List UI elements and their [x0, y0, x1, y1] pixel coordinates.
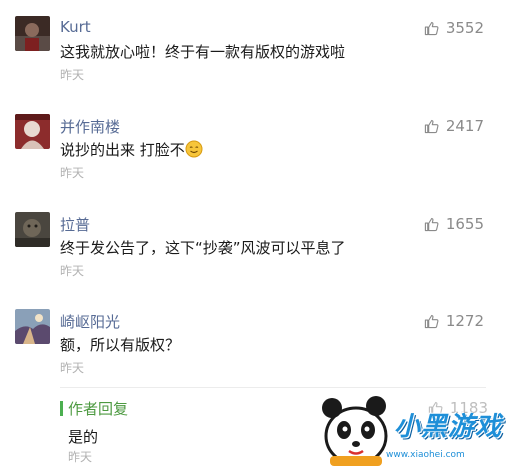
comment-author[interactable]: 并作南楼	[60, 116, 120, 137]
site-watermark: 小黑游戏 www.xiaohei.com	[316, 388, 512, 468]
comment-time: 昨天	[60, 68, 85, 82]
reply-time: 昨天	[68, 450, 93, 464]
like-count: 1655	[445, 215, 484, 233]
thumbs-up-icon	[424, 119, 439, 134]
reply-author: 作者回复	[68, 400, 129, 418]
thumbs-up-icon	[424, 314, 439, 329]
watermark-title: 小黑游戏	[394, 412, 503, 442]
comment-author[interactable]: 拉普	[60, 214, 90, 235]
panda-mascot-icon	[322, 396, 388, 466]
like-count: 2417	[445, 117, 484, 135]
like-count: 1272	[445, 312, 484, 330]
comment-item: 崎岖阳光 额，所以有版权？ 昨天 1272	[0, 309, 512, 379]
comment-time: 昨天	[60, 361, 85, 375]
reply-accent-bar	[60, 401, 63, 416]
thumbs-up-icon	[424, 21, 439, 36]
comment-text: 说抄的出来 打脸不	[60, 139, 203, 160]
comment-item: 拉普 终于发公告了，这下“抄袭”风波可以平息了 昨天 1655	[0, 212, 512, 282]
like-count: 3552	[445, 19, 484, 37]
comment-author[interactable]: 崎岖阳光	[60, 311, 120, 332]
watermark-url: www.xiaohei.com	[386, 450, 465, 460]
comment-text: 终于发公告了，这下“抄袭”风波可以平息了	[60, 239, 346, 257]
reply-text: 是的	[68, 428, 99, 446]
avatar[interactable]	[15, 212, 50, 247]
comment-time: 昨天	[60, 264, 85, 278]
avatar[interactable]	[15, 16, 50, 51]
avatar[interactable]	[15, 114, 50, 149]
comment-item: Kurt 这我就放心啦！终于有一款有版权的游戏啦 昨天 3552	[0, 16, 512, 86]
like-button[interactable]: 1655	[424, 214, 484, 234]
like-button[interactable]: 2417	[424, 116, 484, 136]
comment-text-content: 说抄的出来 打脸不	[60, 141, 185, 159]
like-button[interactable]: 3552	[424, 18, 484, 38]
comment-text: 额，所以有版权？	[60, 336, 181, 354]
comment-text: 这我就放心啦！终于有一款有版权的游戏啦	[60, 43, 346, 61]
comment-item: 并作南楼 说抄的出来 打脸不 昨天 2417	[0, 114, 512, 184]
avatar[interactable]	[15, 309, 50, 344]
smiling-face-icon	[185, 140, 203, 158]
thumbs-up-icon	[424, 217, 439, 232]
like-button[interactable]: 1272	[424, 311, 484, 331]
comment-author[interactable]: Kurt	[60, 18, 91, 36]
comment-time: 昨天	[60, 166, 85, 180]
